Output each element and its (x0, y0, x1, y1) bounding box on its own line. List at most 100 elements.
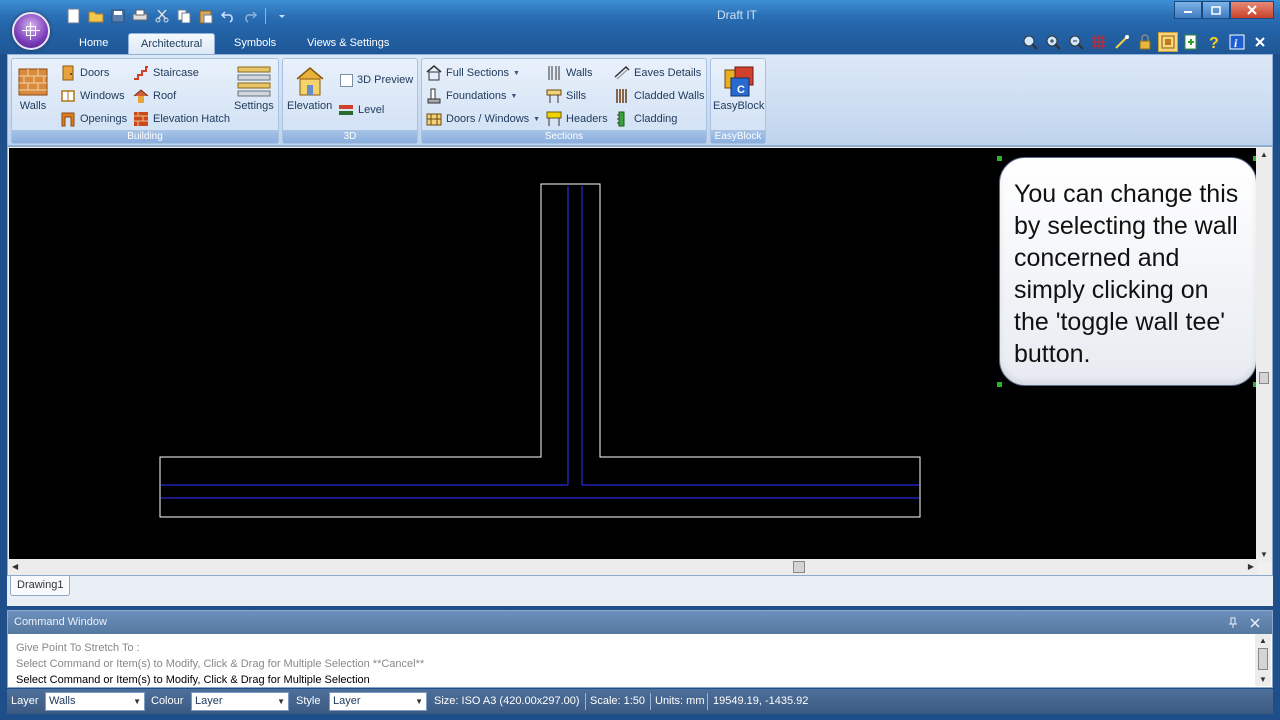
windows-button[interactable]: Windows (60, 87, 125, 105)
settings-button[interactable]: Settings (234, 65, 274, 112)
zoom-out-icon[interactable] (1066, 32, 1086, 52)
cladding-icon (617, 111, 625, 127)
pin-icon[interactable] (1228, 611, 1238, 638)
lock-icon[interactable] (1135, 32, 1155, 52)
save-icon[interactable] (108, 7, 127, 26)
selection-handle[interactable] (997, 382, 1002, 387)
scroll-left-icon[interactable]: ◀ (12, 562, 18, 571)
status-separator (650, 693, 651, 710)
foundations-button[interactable]: Foundations ▼ (426, 87, 517, 105)
maximize-button[interactable] (1202, 1, 1230, 19)
new-file-icon[interactable] (64, 7, 83, 26)
wall-tee-outline[interactable] (159, 183, 921, 518)
command-scrollbar[interactable]: ▲ ▼ (1255, 634, 1271, 686)
colour-label: Colour (151, 695, 184, 707)
callout-text: You can change this by selecting the wal… (1014, 180, 1239, 368)
command-history: Give Point To Stretch To : Select Comman… (16, 640, 1246, 688)
sills-button[interactable]: Sills (546, 87, 586, 105)
cladded-walls-button[interactable]: Cladded Walls (614, 87, 705, 105)
minimize-button[interactable] (1174, 1, 1202, 19)
horizontal-scroll-thumb[interactable] (793, 561, 805, 573)
ortho-icon[interactable] (1158, 32, 1178, 52)
help-icon[interactable]: ? (1204, 32, 1224, 52)
section-walls-label: Walls (566, 67, 593, 79)
close-button[interactable] (1230, 1, 1274, 19)
zoom-window-icon[interactable] (1020, 32, 1040, 52)
zoom-in-icon[interactable] (1043, 32, 1063, 52)
doors-button[interactable]: Doors (60, 64, 109, 82)
layer-value: Walls (49, 695, 76, 707)
group-label-3d: 3D (283, 130, 417, 143)
export-icon[interactable] (1181, 32, 1201, 52)
group-easyblock: C EasyBlock EasyBlock (710, 58, 766, 144)
roof-button[interactable]: Roof (133, 87, 176, 105)
vertical-scroll-thumb[interactable] (1259, 372, 1269, 384)
command-window: Command Window Give Point To Stretch To … (7, 610, 1273, 688)
headers-button[interactable]: Headers (546, 110, 608, 128)
drawing-scale: Scale: 1:50 (590, 695, 646, 707)
status-bar: Layer Walls ▼ Colour Layer ▼ Style Layer… (7, 689, 1273, 714)
roof-label: Roof (153, 90, 177, 102)
elevation-hatch-button[interactable]: Elevation Hatch (133, 110, 230, 128)
full-sections-label: Full Sections (446, 67, 509, 79)
snap-icon[interactable] (1112, 32, 1132, 52)
cut-icon[interactable] (152, 7, 171, 26)
chevron-down-icon: ▼ (415, 697, 423, 706)
command-window-header: Command Window (8, 611, 1272, 634)
redo-icon[interactable] (240, 7, 259, 26)
grid-icon[interactable] (1089, 32, 1109, 52)
scroll-down-icon[interactable]: ▼ (1259, 675, 1267, 684)
horizontal-scrollbar[interactable]: ◀ ▶ (9, 559, 1257, 575)
abc-blocks-icon: C (724, 66, 754, 97)
3d-preview-checkbox[interactable]: 3D Preview (340, 71, 413, 89)
easyblock-button[interactable]: C EasyBlock (713, 65, 764, 112)
wall-centerlines[interactable] (161, 186, 919, 499)
customize-toolbar-icon[interactable] (272, 7, 291, 26)
level-button[interactable]: Level (338, 101, 384, 119)
tutorial-callout: You can change this by selecting the wal… (999, 157, 1257, 386)
tab-drawing1[interactable]: Drawing1 (10, 576, 71, 596)
selection-handle[interactable] (997, 156, 1002, 161)
tab-symbols[interactable]: Symbols (222, 33, 288, 54)
sills-label: Sills (566, 90, 587, 102)
close-ribbon-icon[interactable] (1250, 32, 1270, 52)
undo-icon[interactable] (218, 7, 237, 26)
scroll-up-icon[interactable]: ▲ (1259, 636, 1267, 645)
copy-icon[interactable] (174, 7, 193, 26)
application-menu-button[interactable] (12, 12, 50, 50)
elevation-label: Elevation (287, 100, 333, 112)
staircase-button[interactable]: Staircase (133, 64, 199, 82)
checkbox-unchecked-icon (340, 73, 353, 87)
open-folder-icon[interactable] (86, 7, 105, 26)
layer-select[interactable]: Walls ▼ (45, 692, 145, 711)
walls-button[interactable]: Walls (18, 65, 48, 112)
scroll-down-icon[interactable]: ▼ (1260, 550, 1268, 559)
ribbon: Walls Doors Windows Openings Staircase R… (7, 54, 1273, 146)
tab-views-settings[interactable]: Views & Settings (295, 33, 401, 54)
command-prompt[interactable]: Select Command or Item(s) to Modify, Cli… (16, 672, 1246, 688)
paste-icon[interactable] (196, 7, 215, 26)
tab-architectural[interactable]: Architectural (128, 33, 216, 54)
style-select[interactable]: Layer ▼ (329, 692, 427, 711)
elevation-button[interactable]: Elevation (287, 65, 332, 112)
tab-home[interactable]: Home (67, 33, 120, 54)
eaves-details-button[interactable]: Eaves Details (614, 64, 701, 82)
openings-button[interactable]: Openings (60, 110, 127, 128)
section-walls-button[interactable]: Walls (546, 64, 592, 82)
easyblock-label: EasyBlock (713, 100, 765, 112)
wall-section-icon (548, 66, 560, 80)
info-icon[interactable]: i (1227, 32, 1247, 52)
command-scroll-thumb[interactable] (1258, 648, 1268, 670)
chevron-down-icon: ▼ (277, 697, 285, 706)
vertical-scrollbar[interactable]: ▲ ▼ (1256, 148, 1272, 561)
sill-icon (546, 89, 562, 103)
dropdown-arrow-icon: ▼ (510, 92, 518, 100)
scroll-up-icon[interactable]: ▲ (1260, 150, 1268, 159)
scroll-right-icon[interactable]: ▶ (1248, 562, 1254, 571)
full-sections-button[interactable]: Full Sections ▼ (426, 64, 520, 82)
doors-windows-button[interactable]: Doors / Windows ▼ (426, 110, 540, 128)
print-icon[interactable] (130, 7, 149, 26)
drawing-canvas[interactable]: You can change this by selecting the wal… (9, 148, 1257, 561)
colour-select[interactable]: Layer ▼ (191, 692, 289, 711)
cladding-button[interactable]: Cladding (614, 110, 677, 128)
